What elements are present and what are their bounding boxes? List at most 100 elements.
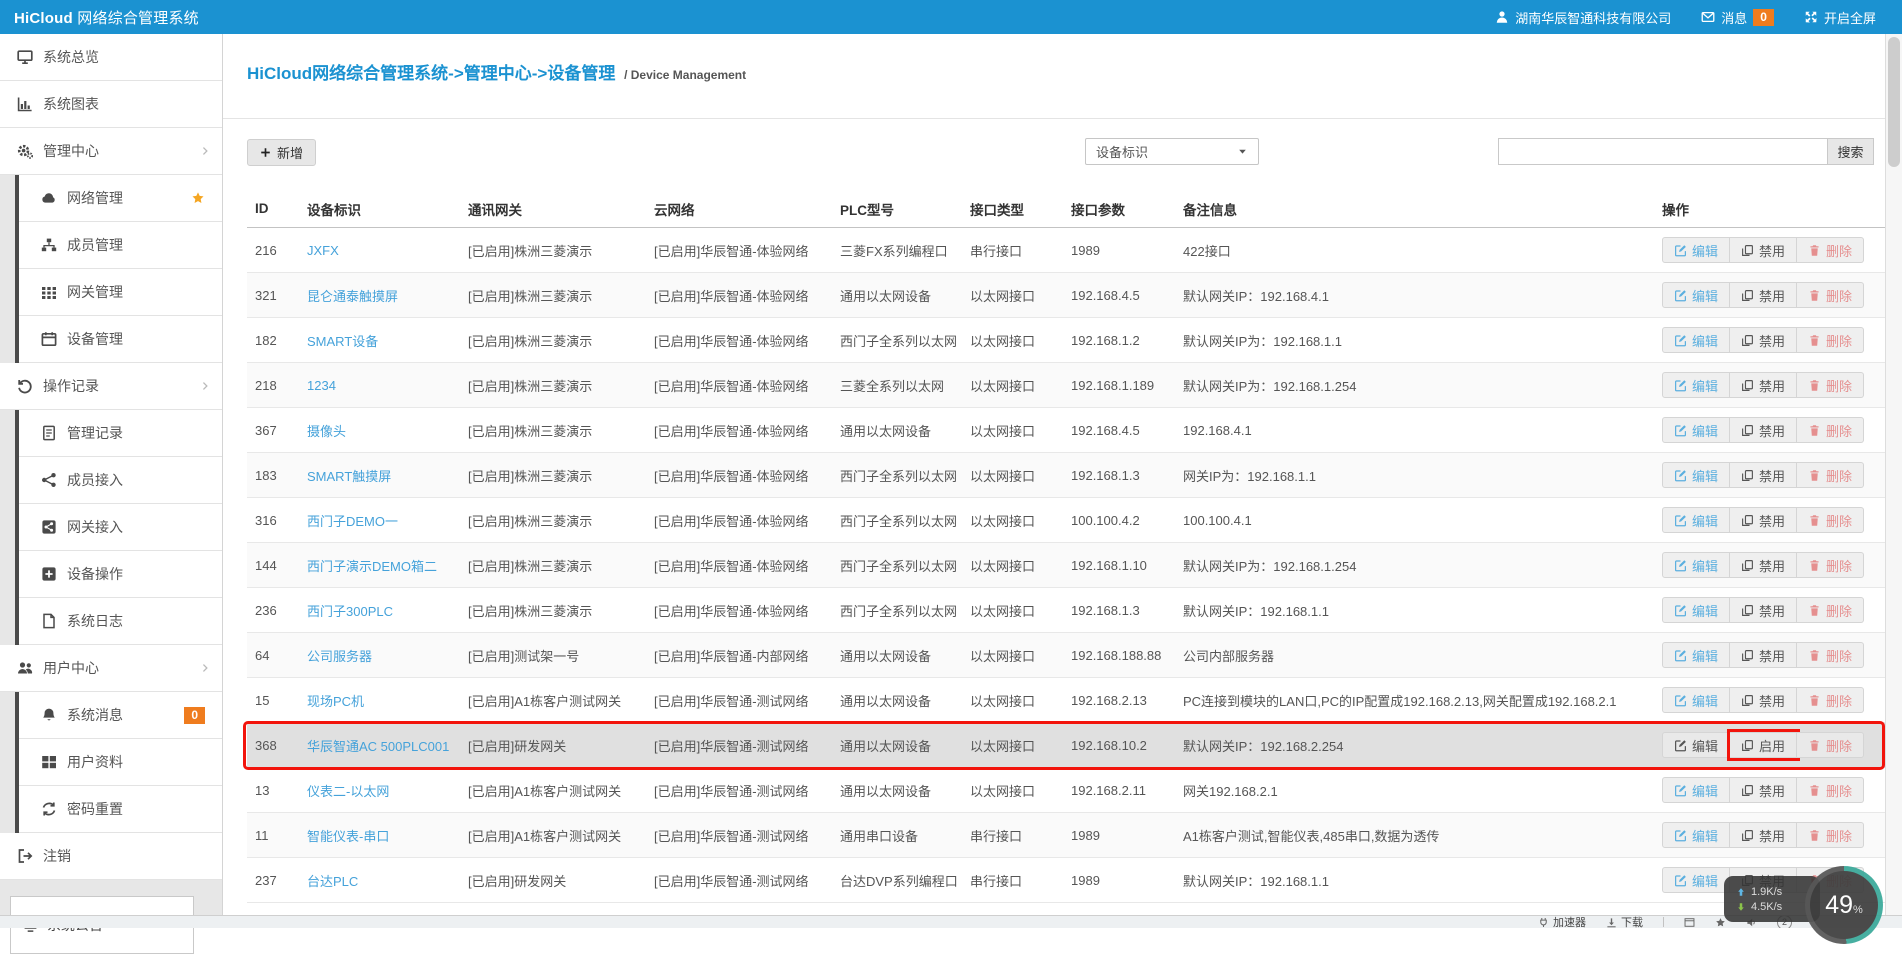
sidebar-item[interactable]: 系统总览 [0,34,222,81]
delete-button[interactable]: 删除 [1797,507,1864,533]
search-button[interactable]: 搜索 [1827,138,1874,165]
enable-button[interactable]: 启用 [1730,732,1797,758]
sidebar-item[interactable]: 网关接入 [19,504,222,551]
device-name-link[interactable]: SMART设备 [307,334,378,349]
table-row[interactable]: 182SMART设备[已启用]株洲三菱演示[已启用]华辰智通-体验网络西门子全系… [247,318,1889,363]
delete-button[interactable]: 删除 [1797,327,1864,353]
messages-menu[interactable]: 消息 0 [1701,8,1774,27]
table-row[interactable]: 13仪表二-以太网[已启用]A1栋客户测试网关[已启用]华辰智通-测试网络通用以… [247,768,1889,813]
table-row[interactable]: 144西门子演示DEMO箱二[已启用]株洲三菱演示[已启用]华辰智通-体验网络西… [247,543,1889,588]
table-row[interactable]: 367摄像头[已启用]株洲三菱演示[已启用]华辰智通-体验网络通用以太网设备以太… [247,408,1889,453]
disable-button[interactable]: 禁用 [1730,282,1797,308]
disable-button[interactable]: 禁用 [1730,417,1797,443]
delete-button[interactable]: 删除 [1797,687,1864,713]
sidebar-item[interactable]: 管理记录 [19,410,222,457]
edit-button[interactable]: 编辑 [1662,237,1730,263]
sidebar-item[interactable]: 用户中心 [0,645,222,692]
device-name-link[interactable]: 昆仑通泰触摸屏 [307,289,398,304]
edit-button[interactable]: 编辑 [1662,282,1730,308]
device-name-link[interactable]: 西门子演示DEMO箱二 [307,559,437,574]
device-name-link[interactable]: SMART触摸屏 [307,469,391,484]
disable-button[interactable]: 禁用 [1730,642,1797,668]
table-row[interactable]: 216JXFX[已启用]株洲三菱演示[已启用]华辰智通-体验网络三菱FX系列编程… [247,228,1889,273]
device-name-link[interactable]: 西门子DEMO一 [307,514,398,529]
sidebar-item[interactable]: 操作记录 [0,363,222,410]
edit-button[interactable]: 编辑 [1662,417,1730,443]
sidebar-item[interactable]: 管理中心 [0,128,222,175]
delete-button[interactable]: 删除 [1797,777,1864,803]
device-name-link[interactable]: 华辰智通AC 500PLC001 [307,739,449,754]
sidebar-item[interactable]: 成员管理 [19,222,222,269]
memory-usage-gauge[interactable]: 49 % [1805,866,1883,944]
table-row[interactable]: 15现场PC机[已启用]A1栋客户测试网关[已启用]华辰智通-测试网络通用以太网… [247,678,1889,723]
sidebar-item[interactable]: 系统日志 [19,598,222,645]
sidebar-item[interactable]: 网络管理 [19,175,222,222]
disable-button[interactable]: 禁用 [1730,777,1797,803]
delete-button[interactable]: 删除 [1797,822,1864,848]
delete-button[interactable]: 删除 [1797,372,1864,398]
delete-button[interactable]: 删除 [1797,597,1864,623]
disable-button[interactable]: 禁用 [1730,237,1797,263]
table-row[interactable]: 368华辰智通AC 500PLC001[已启用]研发网关[已启用]华辰智通-测试… [247,723,1889,768]
device-name-link[interactable]: 台达PLC [307,874,358,889]
fullscreen-button[interactable]: 开启全屏 [1804,8,1876,27]
device-name-link[interactable]: 西门子300PLC [307,604,393,619]
window-tool-button[interactable] [1684,917,1695,928]
disable-button[interactable]: 禁用 [1730,507,1797,533]
edit-button[interactable]: 编辑 [1662,462,1730,488]
disable-button[interactable]: 禁用 [1730,822,1797,848]
accelerator-item[interactable]: 加速器 [1538,915,1586,928]
favorite-tool-button[interactable] [1715,917,1726,928]
sidebar-item[interactable]: 密码重置 [19,786,222,833]
sidebar-item[interactable]: 注销 [0,833,222,880]
sidebar-item[interactable]: 网关管理 [19,269,222,316]
edit-button[interactable]: 编辑 [1662,507,1730,533]
edit-button[interactable]: 编辑 [1662,372,1730,398]
disable-button[interactable]: 禁用 [1730,687,1797,713]
table-row[interactable]: 237台达PLC[已启用]研发网关[已启用]华辰智通-测试网络台达DVP系列编程… [247,858,1889,903]
disable-button[interactable]: 禁用 [1730,327,1797,353]
search-input[interactable] [1498,138,1827,165]
delete-button[interactable]: 删除 [1797,237,1864,263]
download-item[interactable]: 下载 [1606,915,1643,928]
delete-button[interactable]: 删除 [1797,462,1864,488]
edit-button[interactable]: 编辑 [1662,867,1730,893]
edit-button[interactable]: 编辑 [1662,327,1730,353]
sidebar-item[interactable]: 用户资料 [19,739,222,786]
device-name-link[interactable]: 仪表二-以太网 [307,784,389,799]
edit-button[interactable]: 编辑 [1662,642,1730,668]
filter-dropdown[interactable]: 设备标识 [1085,138,1259,165]
table-row[interactable]: 236西门子300PLC[已启用]株洲三菱演示[已启用]华辰智通-体验网络西门子… [247,588,1889,633]
delete-button[interactable]: 删除 [1797,282,1864,308]
company-menu[interactable]: 湖南华辰智通科技有限公司 [1495,8,1671,27]
edit-button[interactable]: 编辑 [1662,822,1730,848]
sidebar-item[interactable]: 设备管理 [19,316,222,363]
sidebar-item[interactable]: 成员接入 [19,457,222,504]
disable-button[interactable]: 禁用 [1730,597,1797,623]
edit-button[interactable]: 编辑 [1662,552,1730,578]
scrollbar-thumb[interactable] [1888,37,1900,167]
device-name-link[interactable]: 公司服务器 [307,649,372,664]
sidebar-item[interactable]: 系统消息0 [19,692,222,739]
scrollbar-track[interactable] [1885,34,1902,928]
device-name-link[interactable]: JXFX [307,243,339,258]
sidebar-item[interactable]: 设备操作 [19,551,222,598]
add-device-button[interactable]: 新增 [247,139,316,166]
device-name-link[interactable]: 1234 [307,378,336,393]
disable-button[interactable]: 禁用 [1730,552,1797,578]
table-row[interactable]: 316西门子DEMO一[已启用]株洲三菱演示[已启用]华辰智通-体验网络西门子全… [247,498,1889,543]
edit-button[interactable]: 编辑 [1662,597,1730,623]
delete-button[interactable]: 删除 [1797,552,1864,578]
table-row[interactable]: 2181234[已启用]株洲三菱演示[已启用]华辰智通-体验网络三菱全系列以太网… [247,363,1889,408]
sidebar-item[interactable]: 系统图表 [0,81,222,128]
device-name-link[interactable]: 现场PC机 [307,694,364,709]
table-row[interactable]: 11智能仪表-串口[已启用]A1栋客户测试网关[已启用]华辰智通-测试网络通用串… [247,813,1889,858]
device-name-link[interactable]: 摄像头 [307,424,346,439]
delete-button[interactable]: 删除 [1797,417,1864,443]
table-row[interactable]: 321昆仑通泰触摸屏[已启用]株洲三菱演示[已启用]华辰智通-体验网络通用以太网… [247,273,1889,318]
disable-button[interactable]: 禁用 [1730,462,1797,488]
disable-button[interactable]: 禁用 [1730,372,1797,398]
table-row[interactable]: 64公司服务器[已启用]测试架一号[已启用]华辰智通-内部网络通用以太网设备以太… [247,633,1889,678]
table-row[interactable]: 183SMART触摸屏[已启用]株洲三菱演示[已启用]华辰智通-体验网络西门子全… [247,453,1889,498]
edit-button[interactable]: 编辑 [1662,687,1730,713]
